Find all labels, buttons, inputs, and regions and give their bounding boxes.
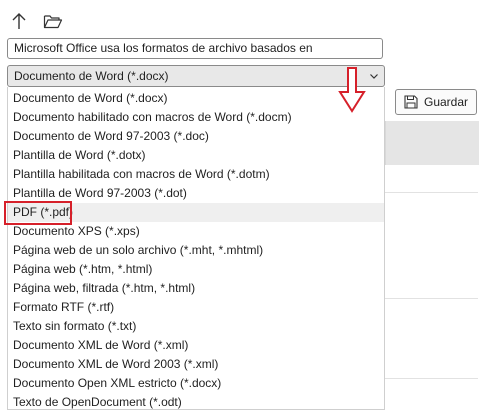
chevron-down-icon: [370, 74, 378, 79]
file-type-option-txt[interactable]: Texto sin formato (*.txt): [8, 317, 384, 336]
file-type-option-htm-filtered[interactable]: Página web, filtrada (*.htm, *.html): [8, 279, 384, 298]
file-type-dropdown-list[interactable]: Documento de Word (*.docx) Documento hab…: [7, 87, 385, 410]
browse-folder-button[interactable]: [42, 10, 64, 32]
save-icon: [404, 95, 418, 109]
file-type-option-dotm[interactable]: Plantilla habilitada con macros de Word …: [8, 165, 384, 184]
divider: [385, 298, 478, 299]
file-type-option-mht[interactable]: Página web de un solo archivo (*.mht, *.…: [8, 241, 384, 260]
highlight-box: [4, 201, 72, 225]
side-panel: [385, 121, 479, 165]
filename-input[interactable]: Microsoft Office usa los formatos de arc…: [7, 38, 383, 59]
file-type-option-dotx[interactable]: Plantilla de Word (*.dotx): [8, 146, 384, 165]
file-type-option-rtf[interactable]: Formato RTF (*.rtf): [8, 298, 384, 317]
file-type-option-docx[interactable]: Documento de Word (*.docx): [8, 89, 384, 108]
file-type-selected: Documento de Word (*.docx): [14, 69, 169, 83]
file-type-option-htm[interactable]: Página web (*.htm, *.html): [8, 260, 384, 279]
file-type-option-xml[interactable]: Documento XML de Word (*.xml): [8, 336, 384, 355]
file-type-option-docm[interactable]: Documento habilitado con macros de Word …: [8, 108, 384, 127]
save-button[interactable]: Guardar: [395, 89, 477, 115]
arrow-up-icon: [12, 13, 26, 29]
file-type-option-doc[interactable]: Documento de Word 97-2003 (*.doc): [8, 127, 384, 146]
save-button-label: Guardar: [424, 95, 469, 109]
folder-open-icon: [43, 15, 63, 29]
file-type-option-xml-2003[interactable]: Documento XML de Word 2003 (*.xml): [8, 355, 384, 374]
up-button[interactable]: [8, 10, 30, 32]
divider: [385, 192, 478, 193]
file-type-option-strict-docx[interactable]: Documento Open XML estricto (*.docx): [8, 374, 384, 393]
file-type-option-odt[interactable]: Texto de OpenDocument (*.odt): [8, 393, 384, 409]
file-type-select[interactable]: Documento de Word (*.docx): [7, 65, 385, 87]
divider: [385, 378, 478, 379]
arrow-down-annotation-icon: [338, 67, 366, 113]
